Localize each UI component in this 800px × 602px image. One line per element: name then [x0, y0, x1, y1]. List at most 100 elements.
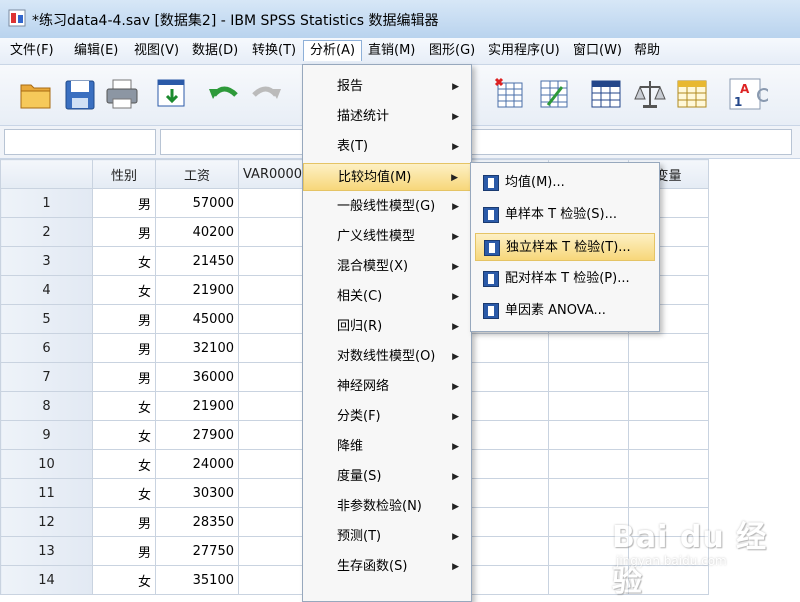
- analyze-menu-item[interactable]: 度量(S) ▶: [303, 463, 471, 491]
- menu-transform[interactable]: 转换(T): [246, 41, 302, 61]
- cell-sex[interactable]: 男: [92, 304, 156, 334]
- cell-empty[interactable]: [468, 333, 549, 363]
- analyze-menu-item[interactable]: 描述统计 ▶: [303, 103, 471, 131]
- row-number[interactable]: 6: [0, 333, 93, 363]
- cell-wage[interactable]: 57000: [155, 188, 239, 218]
- column-header-var00001[interactable]: VAR0000: [238, 159, 309, 189]
- cell-empty[interactable]: [238, 449, 309, 479]
- cell-empty[interactable]: [628, 362, 709, 392]
- cell-sex[interactable]: 女: [92, 478, 156, 508]
- cell-empty[interactable]: [238, 420, 309, 450]
- cell-empty[interactable]: [468, 478, 549, 508]
- row-number[interactable]: 1: [0, 188, 93, 218]
- weight-cases-icon[interactable]: [632, 75, 668, 113]
- row-number[interactable]: 3: [0, 246, 93, 276]
- compare-means-item[interactable]: 单样本 T 检验(S)...: [475, 201, 655, 229]
- cell-empty[interactable]: [548, 478, 629, 508]
- select-variables-icon[interactable]: [536, 75, 572, 113]
- analyze-menu-item[interactable]: 混合模型(X) ▶: [303, 253, 471, 281]
- row-header-corner[interactable]: [0, 159, 93, 189]
- row-number[interactable]: 9: [0, 420, 93, 450]
- menu-view[interactable]: 视图(V): [128, 41, 185, 61]
- analyze-menu-item[interactable]: 回归(R) ▶: [303, 313, 471, 341]
- cell-empty[interactable]: [628, 420, 709, 450]
- cell-empty[interactable]: [238, 217, 309, 247]
- cell-empty[interactable]: [468, 507, 549, 537]
- cell-empty[interactable]: [238, 507, 309, 537]
- menu-file[interactable]: 文件(F): [4, 41, 60, 61]
- cell-wage[interactable]: 40200: [155, 217, 239, 247]
- cell-empty[interactable]: [238, 536, 309, 566]
- row-number[interactable]: 2: [0, 217, 93, 247]
- cell-empty[interactable]: [468, 565, 549, 595]
- cell-empty[interactable]: [548, 420, 629, 450]
- cell-wage[interactable]: 30300: [155, 478, 239, 508]
- open-folder-icon[interactable]: [18, 75, 54, 113]
- analyze-menu-item[interactable]: 降维 ▶: [303, 433, 471, 461]
- cell-wage[interactable]: 27900: [155, 420, 239, 450]
- cell-sex[interactable]: 男: [92, 362, 156, 392]
- menu-analyze[interactable]: 分析(A): [303, 40, 363, 61]
- menu-window[interactable]: 窗口(W): [567, 41, 628, 61]
- select-cases-icon[interactable]: [674, 75, 710, 113]
- analyze-menu-item[interactable]: 非参数检验(N) ▶: [303, 493, 471, 521]
- cell-empty[interactable]: [548, 362, 629, 392]
- row-number[interactable]: 11: [0, 478, 93, 508]
- compare-means-item[interactable]: 单因素 ANOVA...: [475, 297, 655, 325]
- cell-sex[interactable]: 男: [92, 217, 156, 247]
- cell-sex[interactable]: 男: [92, 536, 156, 566]
- row-number[interactable]: 13: [0, 536, 93, 566]
- cell-wage[interactable]: 24000: [155, 449, 239, 479]
- cell-sex[interactable]: 男: [92, 507, 156, 537]
- analyze-menu-item[interactable]: 一般线性模型(G) ▶: [303, 193, 471, 221]
- cell-wage[interactable]: 28350: [155, 507, 239, 537]
- row-number[interactable]: 8: [0, 391, 93, 421]
- save-icon[interactable]: [62, 75, 98, 113]
- row-number[interactable]: 5: [0, 304, 93, 334]
- row-number[interactable]: 12: [0, 507, 93, 537]
- split-file-icon[interactable]: [588, 75, 624, 113]
- cell-empty[interactable]: [238, 478, 309, 508]
- dialog-recall-icon[interactable]: [154, 75, 190, 113]
- analyze-menu-item[interactable]: 预测(T) ▶: [303, 523, 471, 551]
- cell-wage[interactable]: 35100: [155, 565, 239, 595]
- cell-sex[interactable]: 女: [92, 565, 156, 595]
- menu-help[interactable]: 帮助: [628, 41, 666, 61]
- cell-empty[interactable]: [238, 333, 309, 363]
- row-number[interactable]: 14: [0, 565, 93, 595]
- cell-empty[interactable]: [468, 362, 549, 392]
- compare-means-item[interactable]: 均值(M)...: [475, 169, 655, 197]
- cell-empty[interactable]: [628, 391, 709, 421]
- cell-empty[interactable]: [628, 449, 709, 479]
- cell-empty[interactable]: [238, 275, 309, 305]
- cell-empty[interactable]: [468, 536, 549, 566]
- cell-empty[interactable]: [548, 449, 629, 479]
- cell-empty[interactable]: [628, 478, 709, 508]
- cell-sex[interactable]: 男: [92, 188, 156, 218]
- cell-sex[interactable]: 女: [92, 449, 156, 479]
- cell-wage[interactable]: 45000: [155, 304, 239, 334]
- menu-direct-marketing[interactable]: 直销(M): [362, 41, 421, 61]
- cell-sex[interactable]: 女: [92, 246, 156, 276]
- analyze-menu-item[interactable]: 表(T) ▶: [303, 133, 471, 161]
- cell-value-field[interactable]: [160, 129, 792, 155]
- menu-data[interactable]: 数据(D): [186, 41, 244, 61]
- cell-empty[interactable]: [238, 391, 309, 421]
- analyze-menu-item[interactable]: 神经网络 ▶: [303, 373, 471, 401]
- cell-empty[interactable]: [468, 449, 549, 479]
- cell-sex[interactable]: 男: [92, 333, 156, 363]
- row-number[interactable]: 10: [0, 449, 93, 479]
- cell-wage[interactable]: 21900: [155, 391, 239, 421]
- cell-empty[interactable]: [238, 188, 309, 218]
- cell-wage[interactable]: 21450: [155, 246, 239, 276]
- cell-empty[interactable]: [468, 420, 549, 450]
- row-number[interactable]: 7: [0, 362, 93, 392]
- cell-wage[interactable]: 36000: [155, 362, 239, 392]
- redo-icon[interactable]: [248, 75, 284, 113]
- cell-empty[interactable]: [238, 304, 309, 334]
- analyze-menu-item[interactable]: 广义线性模型 ▶: [303, 223, 471, 251]
- row-number[interactable]: 4: [0, 275, 93, 305]
- menu-edit[interactable]: 编辑(E): [68, 41, 124, 61]
- column-header-wage[interactable]: 工资: [155, 159, 239, 189]
- analyze-menu-item[interactable]: 相关(C) ▶: [303, 283, 471, 311]
